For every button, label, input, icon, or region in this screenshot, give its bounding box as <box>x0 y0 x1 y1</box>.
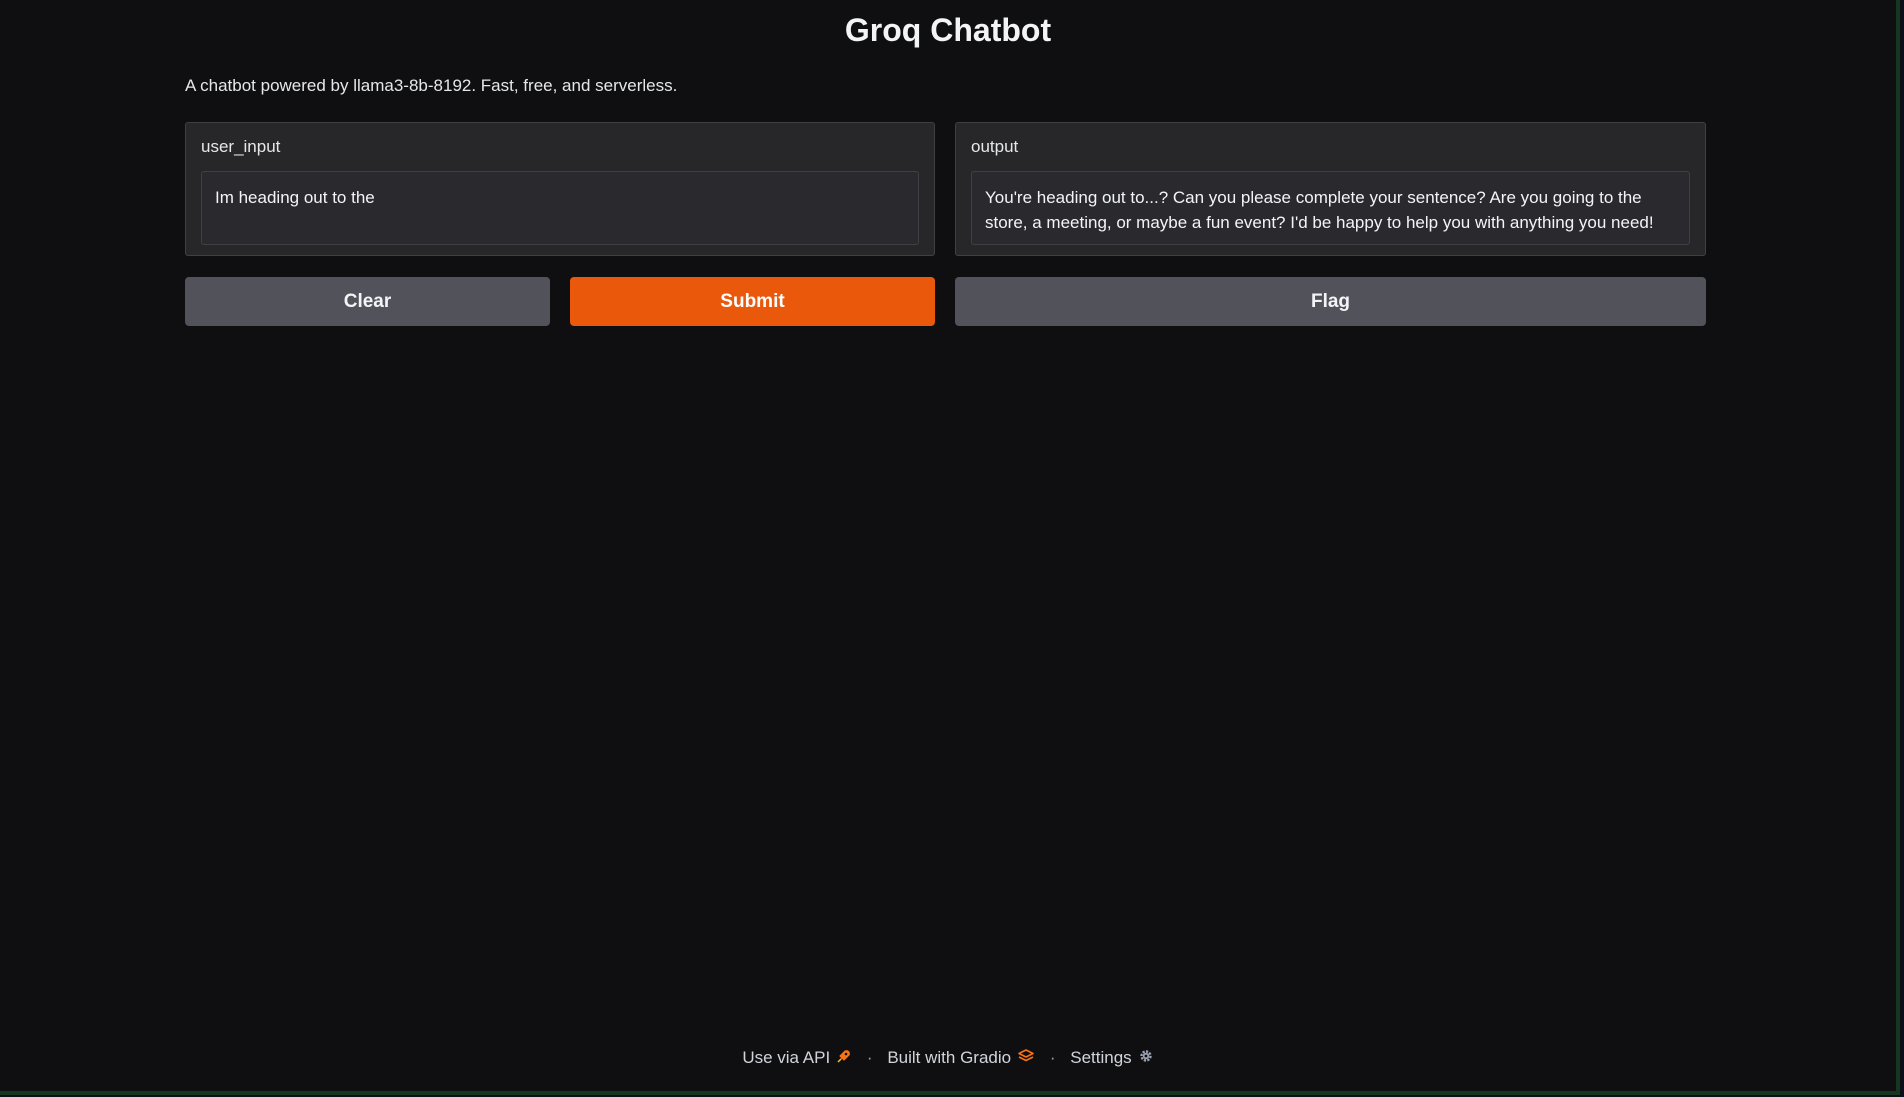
user-input-field-wrapper: Im heading out to the <box>201 171 919 245</box>
footer: Use via API · Built with Gradio · Settin… <box>0 1048 1896 1069</box>
built-with-gradio-link[interactable]: Built with Gradio <box>887 1048 1035 1067</box>
footer-separator: · <box>1049 1048 1056 1067</box>
settings-label: Settings <box>1070 1048 1132 1067</box>
gradio-logo-icon <box>1017 1048 1035 1069</box>
use-via-api-link[interactable]: Use via API <box>742 1048 852 1067</box>
app-container: Groq Chatbot A chatbot powered by llama3… <box>0 0 1900 1095</box>
flag-button[interactable]: Flag <box>955 277 1706 326</box>
footer-separator: · <box>866 1048 873 1067</box>
use-via-api-label: Use via API <box>742 1048 831 1067</box>
rocket-icon <box>836 1048 852 1069</box>
built-with-gradio-label: Built with Gradio <box>887 1048 1012 1067</box>
user-input-panel: user_input Im heading out to the <box>185 122 935 256</box>
output-textbox: You're heading out to...? Can you please… <box>971 171 1690 245</box>
settings-link[interactable]: Settings <box>1070 1048 1153 1067</box>
user-input-label: user_input <box>201 137 281 156</box>
submit-button[interactable]: Submit <box>570 277 935 326</box>
user-input-textarea[interactable]: Im heading out to the <box>215 185 905 231</box>
output-panel: output You're heading out to...? Can you… <box>955 122 1706 256</box>
output-label: output <box>971 137 1019 156</box>
clear-button[interactable]: Clear <box>185 277 550 326</box>
page-title: Groq Chatbot <box>844 12 1052 48</box>
gear-icon <box>1138 1048 1154 1069</box>
page-description: A chatbot powered by llama3-8b-8192. Fas… <box>185 76 678 95</box>
